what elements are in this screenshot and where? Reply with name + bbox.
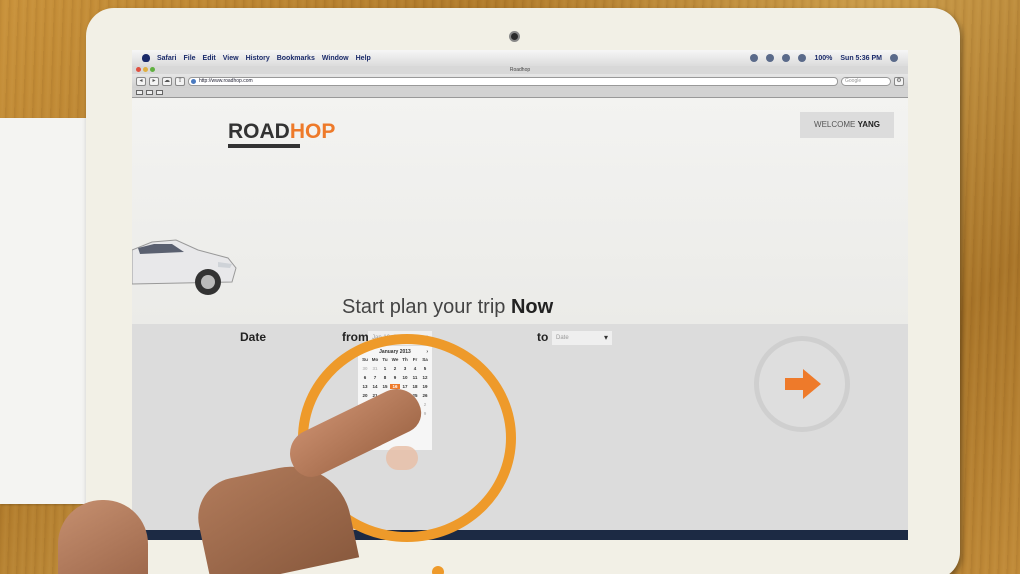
paper-sheet (0, 118, 92, 504)
logo-hop: HOP (289, 120, 336, 143)
menu-item-history[interactable]: History (246, 55, 270, 62)
menu-item-edit[interactable]: Edit (203, 55, 216, 62)
menu-item-file[interactable]: File (183, 55, 195, 62)
spotlight-icon[interactable] (890, 54, 898, 62)
volume-icon[interactable] (798, 54, 807, 62)
menu-item-view[interactable]: View (223, 55, 239, 62)
screen: Safari File Edit View History Bookmarks … (132, 50, 908, 540)
date-label: Date (240, 330, 267, 344)
share-icon[interactable]: ⇧ (175, 76, 185, 86)
welcome-user: YANG (857, 120, 880, 129)
to-date-placeholder: Date (556, 335, 569, 341)
menu-item-bookmarks[interactable]: Bookmarks (277, 55, 315, 62)
reading-list-icon[interactable] (136, 90, 143, 95)
address-bar[interactable]: http://www.roadhop.com (188, 76, 838, 86)
top-sites-icon[interactable] (146, 90, 153, 95)
settings-icon[interactable]: ⚙ (894, 76, 904, 86)
menu-item-safari[interactable]: Safari (157, 55, 176, 62)
roadhop-page: ROADHOP WELCOME YANG Start plan your tri… (132, 98, 908, 324)
chevron-down-icon: ▾ (603, 333, 608, 342)
wifi-icon[interactable] (782, 54, 791, 62)
bookmarks-icon[interactable] (156, 90, 163, 95)
menu-extras: 100% Sun 5:36 PM (750, 54, 898, 62)
close-icon[interactable] (136, 67, 141, 72)
window-controls (136, 67, 155, 72)
tagline-text: Start plan your trip (342, 296, 506, 318)
back-icon[interactable]: ◂ (136, 76, 146, 86)
welcome-prefix: WELCOME (814, 120, 856, 129)
tagline-emphasis: Now (510, 296, 554, 318)
battery-status[interactable]: 100% (814, 55, 832, 62)
mac-menu-bar: Safari File Edit View History Bookmarks … (132, 50, 908, 66)
ring-marker (432, 566, 444, 574)
url-text: http://www.roadhop.com (199, 77, 253, 84)
roadhop-logo[interactable]: ROADHOP (228, 120, 336, 148)
welcome-badge[interactable]: WELCOME YANG (800, 112, 894, 138)
bookmarks-bar (132, 88, 908, 98)
menu-item-help[interactable]: Help (356, 55, 371, 62)
zoom-icon[interactable] (150, 67, 155, 72)
road-line-icon (228, 144, 300, 148)
menu-item-window[interactable]: Window (322, 55, 349, 62)
window-title: Roadhop (132, 66, 908, 74)
icloud-icon[interactable]: ☁ (162, 76, 172, 86)
forward-icon[interactable]: ▸ (149, 76, 159, 86)
globe-icon (191, 78, 196, 84)
clock[interactable]: Sun 5:36 PM (840, 55, 882, 62)
tray-icon[interactable] (766, 54, 775, 62)
apple-icon[interactable] (142, 54, 150, 62)
browser-toolbar: ◂ ▸ ☁ ⇧ http://www.roadhop.com Google ⚙ (132, 74, 908, 88)
to-date-select[interactable]: Date ▾ (552, 331, 612, 345)
minimize-icon[interactable] (143, 67, 148, 72)
tagline: Start plan your trip Now (342, 296, 553, 319)
arrow-right-icon (785, 369, 821, 399)
car-image (132, 239, 237, 295)
fingernail (386, 446, 418, 470)
logo-road: ROAD (228, 120, 290, 143)
camera-icon (509, 31, 520, 42)
next-arrow-button[interactable] (754, 336, 850, 432)
tray-icon[interactable] (750, 54, 759, 62)
to-label: to (537, 330, 549, 344)
search-field[interactable]: Google (841, 76, 891, 86)
